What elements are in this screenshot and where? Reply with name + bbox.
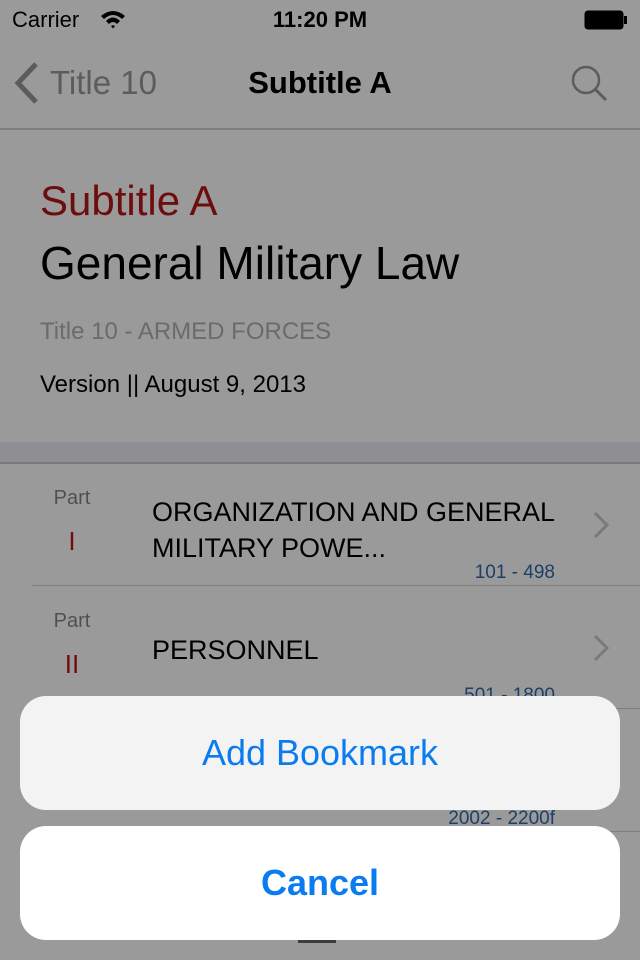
list-item[interactable]: Part I ORGANIZATION AND GENERAL MILITARY… — [0, 464, 640, 586]
chevron-right-icon — [593, 634, 610, 662]
add-bookmark-button[interactable]: Add Bookmark — [20, 696, 620, 810]
search-icon[interactable] — [570, 64, 610, 104]
part-number: I — [68, 526, 76, 556]
part-title: ORGANIZATION AND GENERAL MILITARY POWE..… — [152, 497, 555, 563]
toolbar-indicator — [298, 940, 336, 943]
page-title: General Military Law — [40, 237, 460, 289]
part-label: Part — [53, 487, 91, 509]
section-divider — [0, 442, 640, 464]
navigation-bar: Title 10 Subtitle A — [0, 40, 640, 130]
cancel-button[interactable]: Cancel — [20, 826, 620, 940]
list-item[interactable]: Part II PERSONNEL 501 - 1800 — [0, 587, 640, 709]
part-title: PERSONNEL — [152, 635, 319, 665]
parent-title: Title 10 - ARMED FORCES — [40, 318, 332, 345]
subtitle-label: Subtitle A — [40, 177, 218, 224]
subtitle-header: Subtitle A General Military Law Title 10… — [0, 130, 640, 442]
status-bar: Carrier 11:20 PM — [0, 0, 640, 40]
part-number: II — [64, 649, 80, 679]
version-label: Version || August 9, 2013 — [40, 371, 306, 398]
battery-icon — [584, 10, 627, 30]
section-range: 101 - 498 — [474, 562, 555, 583]
row-separator — [32, 585, 640, 586]
clock: 11:20 PM — [272, 7, 368, 32]
chevron-right-icon — [593, 511, 610, 539]
nav-title: Subtitle A — [248, 65, 392, 100]
part-label: Part — [53, 610, 91, 632]
